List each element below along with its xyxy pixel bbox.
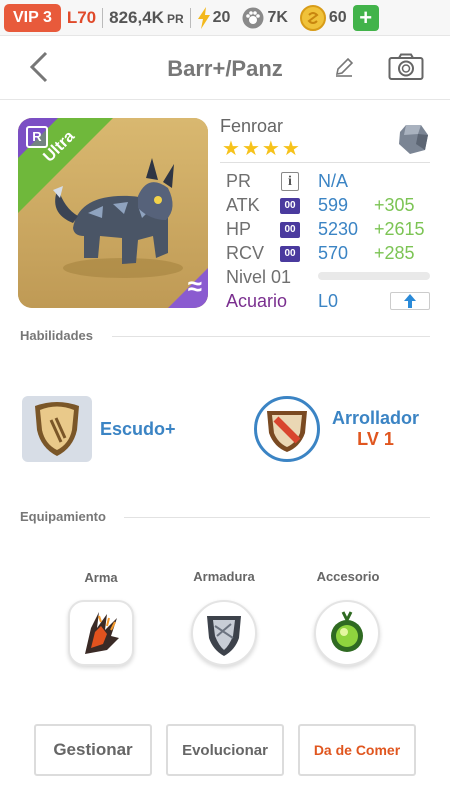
star-icon: ★: [241, 138, 260, 160]
stat-row-pr: PR i N/A: [226, 171, 436, 193]
upgrade-button[interactable]: [390, 292, 430, 310]
stat-badge: 00: [280, 246, 300, 262]
rarity-tag: R: [26, 126, 48, 148]
skill-level: LV 1: [357, 429, 394, 449]
manage-button[interactable]: Gestionar: [34, 724, 152, 776]
divider: [112, 336, 430, 337]
stat-value: N/A: [318, 171, 349, 191]
camera-icon: [388, 53, 424, 80]
stat-row-atk: ATK 00 599 +305: [226, 195, 436, 217]
lightning-icon: [197, 6, 211, 29]
evolve-button[interactable]: Evolucionar: [166, 724, 284, 776]
pet-portrait[interactable]: R Ultra ≈: [18, 118, 208, 308]
coin-counter[interactable]: 60: [299, 4, 347, 31]
skill-escudo[interactable]: Escudo+: [22, 396, 176, 462]
power-unit: PR: [166, 11, 184, 26]
add-currency-button[interactable]: +: [352, 4, 379, 31]
stat-value: 599: [318, 195, 349, 215]
energy-value: 20: [212, 8, 231, 26]
skill-arrollador[interactable]: Arrollador LV 1: [254, 396, 419, 462]
stat-row-rcv: RCV 00 570 +285: [226, 243, 436, 265]
arrow-up-icon: [404, 294, 416, 308]
feed-button[interactable]: Da de Comer: [298, 724, 416, 776]
star-icon: ★: [261, 138, 280, 160]
star-rating: ★ ★ ★ ★: [222, 138, 300, 160]
divider: [220, 162, 430, 163]
page-title: Barr+/Panz: [167, 56, 283, 81]
equipment-title: Equipamiento: [20, 509, 106, 524]
plus-icon: +: [359, 4, 373, 30]
weapon-slot[interactable]: [68, 600, 134, 666]
skill-name: Arrollador: [332, 408, 420, 428]
aquarium-value: L0: [318, 291, 339, 311]
sword-shield-icon: [254, 396, 320, 462]
star-icon: ★: [281, 138, 300, 160]
vip-badge[interactable]: VIP 3: [4, 3, 61, 32]
armor-slot[interactable]: [191, 600, 257, 666]
equip-label-weapon: Arma: [84, 570, 118, 585]
stat-bonus: +285: [374, 243, 415, 263]
status-bar: VIP 3 L70 826,4K PR 20 7K 60 +: [0, 0, 450, 36]
coin-icon: [299, 4, 326, 31]
accessory-slot[interactable]: [314, 600, 380, 666]
stat-label: RCV: [226, 243, 265, 263]
equip-label-accessory: Accesorio: [316, 569, 380, 584]
level-progress-bar: [318, 272, 430, 280]
camera-button[interactable]: [388, 53, 424, 81]
player-level: L70: [66, 7, 97, 27]
page-header: Barr+/Panz: [0, 36, 450, 100]
stat-row-hp: HP 00 5230 +2615: [226, 219, 436, 241]
stat-badge: 00: [280, 222, 300, 238]
pet-name: Fenroar: [220, 116, 284, 136]
divider: [189, 7, 191, 28]
skill-name: Escudo+: [100, 418, 176, 439]
shield-icon: [22, 396, 92, 462]
star-icon: ★: [222, 138, 240, 160]
aquarium-label: Acuario: [226, 291, 288, 311]
coin-value: 60: [328, 8, 347, 26]
gem-accessory-icon: [331, 611, 363, 652]
stat-bonus: +2615: [374, 219, 425, 239]
divider: [124, 517, 430, 518]
pencil-icon: [335, 57, 354, 77]
edit-name-button[interactable]: [333, 56, 355, 78]
stat-value: 5230: [318, 219, 359, 239]
info-icon[interactable]: i: [281, 172, 299, 191]
paw-counter[interactable]: 7K: [242, 7, 288, 29]
stat-value: 570: [318, 243, 349, 263]
stat-label: PR: [226, 171, 252, 191]
level-label: Nivel 01: [226, 267, 292, 287]
power-rating: 826,4K PR: [109, 8, 184, 28]
element-icon: ≈: [187, 271, 202, 301]
stat-badge: 00: [280, 198, 300, 214]
shield-armor-icon: [207, 616, 241, 656]
stat-label: HP: [226, 219, 252, 239]
evolution-stone-icon[interactable]: [396, 122, 430, 156]
divider: [102, 7, 104, 28]
energy-counter[interactable]: 20: [197, 6, 231, 29]
skill-text: Arrollador LV 1: [332, 408, 419, 450]
equip-label-armor: Armadura: [193, 569, 255, 584]
paw-icon: [242, 7, 264, 29]
claw-weapon-icon: [85, 612, 119, 654]
paw-value: 7K: [267, 8, 288, 26]
abilities-title: Habilidades: [20, 328, 93, 343]
stat-label: ATK: [226, 195, 260, 215]
power-value: 826,4K: [109, 7, 164, 27]
stat-bonus: +305: [374, 195, 415, 215]
